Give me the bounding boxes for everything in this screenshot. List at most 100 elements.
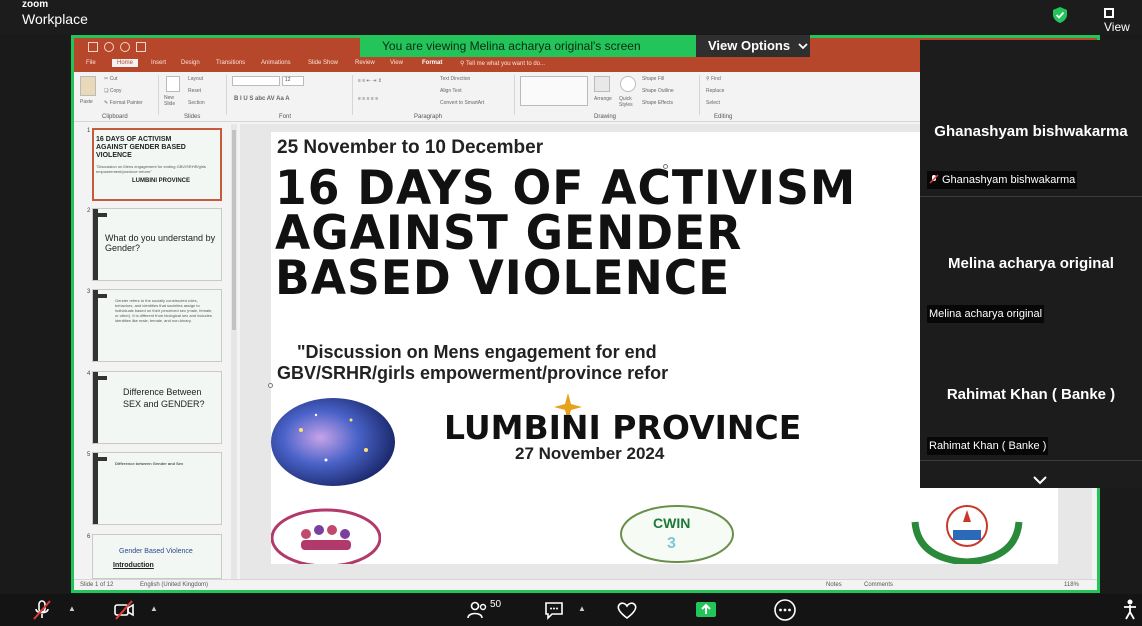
format-painter-button[interactable]: ✎ Format Painter bbox=[104, 100, 143, 106]
cwin-anniversary-logo[interactable]: CWIN 3 bbox=[619, 504, 735, 564]
participant-video-panel: Ghanashyam bishwakarma Ghanashyam bishwa… bbox=[920, 40, 1142, 488]
undo-icon[interactable] bbox=[104, 42, 114, 52]
ribbon: Paste ✂ Cut ❏ Copy ✎ Format Painter Clip… bbox=[74, 72, 922, 122]
slide-thumbnails-pane: 1 16 DAYS OF ACTIVISM AGAINST GENDER BAS… bbox=[77, 124, 232, 579]
shape-effects-button[interactable]: Shape Effects bbox=[642, 100, 673, 106]
ppt-status-bar: Slide 1 of 12 English (United Kingdom) N… bbox=[74, 579, 1097, 590]
tab-design[interactable]: Design bbox=[181, 60, 200, 66]
select-button[interactable]: Select bbox=[706, 100, 720, 106]
participants-icon[interactable] bbox=[466, 598, 490, 622]
shapes-gallery[interactable] bbox=[520, 76, 588, 106]
tab-file[interactable]: File bbox=[86, 60, 96, 66]
bullets-buttons[interactable]: ≡ ≡ ⇤ ⇥ ⇕ bbox=[358, 78, 382, 84]
meeting-controls-bar: ▲ ▲ ▲ bbox=[0, 594, 1142, 626]
paste-label[interactable]: Paste bbox=[80, 99, 93, 105]
chat-options-caret-icon[interactable]: ▲ bbox=[578, 604, 586, 613]
ribbon-separator bbox=[699, 75, 700, 115]
quick-styles-button[interactable]: Quick Styles bbox=[619, 96, 637, 108]
shape-fill-button[interactable]: Shape Fill bbox=[642, 76, 664, 82]
language[interactable]: English (United Kingdom) bbox=[140, 582, 208, 588]
slide-thumbnail-5[interactable]: Difference between Gender and Sex bbox=[92, 452, 222, 525]
participant-label-text: Rahimat Khan ( Banke ) bbox=[929, 440, 1047, 452]
thumb-number: 6 bbox=[87, 534, 91, 540]
resize-handle[interactable] bbox=[663, 164, 668, 169]
font-size-box[interactable]: 12 bbox=[282, 76, 304, 86]
thumbnails-scrollbar[interactable] bbox=[231, 124, 237, 579]
font-format-buttons[interactable]: B I U S abc AV Aa A bbox=[234, 96, 290, 102]
encryption-shield-icon[interactable] bbox=[1052, 6, 1068, 24]
slide-thumbnail-4[interactable]: Difference Between SEX and GENDER? bbox=[92, 371, 222, 444]
video-options-caret-icon[interactable]: ▲ bbox=[150, 604, 158, 613]
thumb-number: 1 bbox=[87, 128, 91, 134]
slide-thumbnail-2[interactable]: What do you understand by Gender? bbox=[92, 208, 222, 281]
slide-title[interactable]: 16 DAYS OF ACTIVISM AGAINST GENDER BASED… bbox=[275, 165, 906, 302]
audio-options-caret-icon[interactable]: ▲ bbox=[68, 604, 76, 613]
starry-globe-image[interactable] bbox=[271, 390, 399, 490]
scrollbar-thumb[interactable] bbox=[232, 130, 236, 330]
align-buttons[interactable]: ≡ ≡ ≡ ≡ ≡ bbox=[358, 96, 378, 102]
reactions-heart-icon[interactable] bbox=[615, 598, 639, 622]
shape-outline-button[interactable]: Shape Outline bbox=[642, 88, 674, 94]
paste-icon[interactable] bbox=[80, 76, 96, 96]
more-options-icon[interactable] bbox=[773, 598, 797, 622]
thumb-subtitle: "Discussion on Mens engagement for endin… bbox=[96, 164, 206, 174]
tab-format[interactable]: Format bbox=[422, 60, 442, 66]
tab-animations[interactable]: Animations bbox=[261, 60, 291, 66]
slide-event-date[interactable]: 27 November 2024 bbox=[515, 444, 664, 464]
save-icon[interactable] bbox=[88, 42, 98, 52]
font-name-box[interactable] bbox=[232, 76, 280, 86]
tab-transitions[interactable]: Transitions bbox=[216, 60, 245, 66]
nepal-government-emblem-logo[interactable] bbox=[905, 502, 1029, 564]
convert-smartart-button[interactable]: Convert to SmartArt bbox=[440, 100, 484, 106]
tab-review[interactable]: Review bbox=[355, 60, 375, 66]
reset-button[interactable]: Reset bbox=[188, 88, 201, 94]
quick-styles-icon[interactable] bbox=[620, 76, 636, 92]
accessibility-person-icon[interactable] bbox=[1118, 598, 1142, 622]
slide-thumbnail-1[interactable]: 16 DAYS OF ACTIVISM AGAINST GENDER BASED… bbox=[92, 128, 222, 201]
cut-button[interactable]: ✂ Cut bbox=[104, 76, 117, 82]
layout-button[interactable]: Layout bbox=[188, 76, 203, 82]
align-text-button[interactable]: Align Text bbox=[440, 88, 462, 94]
arrange-button[interactable]: Arrange bbox=[594, 96, 612, 102]
stop-video-icon[interactable] bbox=[112, 598, 136, 622]
new-slide-label[interactable]: New Slide bbox=[164, 95, 184, 107]
thumb-flag-decoration bbox=[93, 209, 98, 280]
replace-button[interactable]: Replace bbox=[706, 88, 724, 94]
mic-muted-icon bbox=[929, 174, 939, 184]
tab-insert[interactable]: Insert bbox=[151, 60, 166, 66]
find-button[interactable]: ⚲ Find bbox=[706, 76, 721, 82]
slide-date-range[interactable]: 25 November to 10 December bbox=[277, 137, 543, 159]
view-menu-button[interactable]: View bbox=[1104, 6, 1142, 34]
tab-view[interactable]: View bbox=[390, 60, 403, 66]
svg-text:CWIN: CWIN bbox=[653, 515, 690, 531]
zoom-level[interactable]: 118% bbox=[1064, 582, 1079, 588]
arrange-icon[interactable] bbox=[594, 76, 610, 92]
tab-slide-show[interactable]: Slide Show bbox=[308, 60, 338, 66]
adolescent-network-logo[interactable] bbox=[271, 506, 381, 564]
thumb-text: Gender Based Violence bbox=[119, 548, 193, 555]
slide-thumbnail-3[interactable]: Gender refers to the socially constructe… bbox=[92, 289, 222, 362]
new-slide-icon[interactable] bbox=[166, 76, 180, 92]
chat-icon[interactable] bbox=[542, 598, 566, 622]
present-icon[interactable] bbox=[136, 42, 146, 52]
tell-me-box[interactable]: ⚲ Tell me what you want to do... bbox=[460, 60, 545, 67]
banner-text: You are viewing Melina acharya original'… bbox=[382, 39, 641, 53]
scroll-down-chevron-icon[interactable] bbox=[1032, 472, 1048, 488]
notes-button[interactable]: Notes bbox=[826, 582, 842, 588]
resize-handle[interactable] bbox=[268, 383, 273, 388]
share-screen-icon[interactable] bbox=[694, 598, 718, 622]
copy-button[interactable]: ❏ Copy bbox=[104, 88, 122, 94]
section-button[interactable]: Section bbox=[188, 100, 205, 106]
thumb-text: Gender refers to the socially constructe… bbox=[115, 298, 213, 323]
comments-button[interactable]: Comments bbox=[864, 582, 893, 588]
redo-icon[interactable] bbox=[120, 42, 130, 52]
mute-microphone-icon[interactable] bbox=[30, 598, 54, 622]
slide-province[interactable]: LUMBINI PROVINCE bbox=[444, 408, 801, 447]
tab-home[interactable]: Home bbox=[112, 59, 139, 67]
participant-divider bbox=[920, 196, 1142, 197]
tell-me-text: Tell me what you want to do... bbox=[465, 61, 545, 67]
slide-thumbnail-6[interactable]: Gender Based Violence Introduction bbox=[92, 534, 222, 579]
text-direction-button[interactable]: Text Direction bbox=[440, 76, 470, 82]
group-font: Font bbox=[279, 114, 292, 120]
view-options-button[interactable]: View Options bbox=[696, 35, 810, 57]
